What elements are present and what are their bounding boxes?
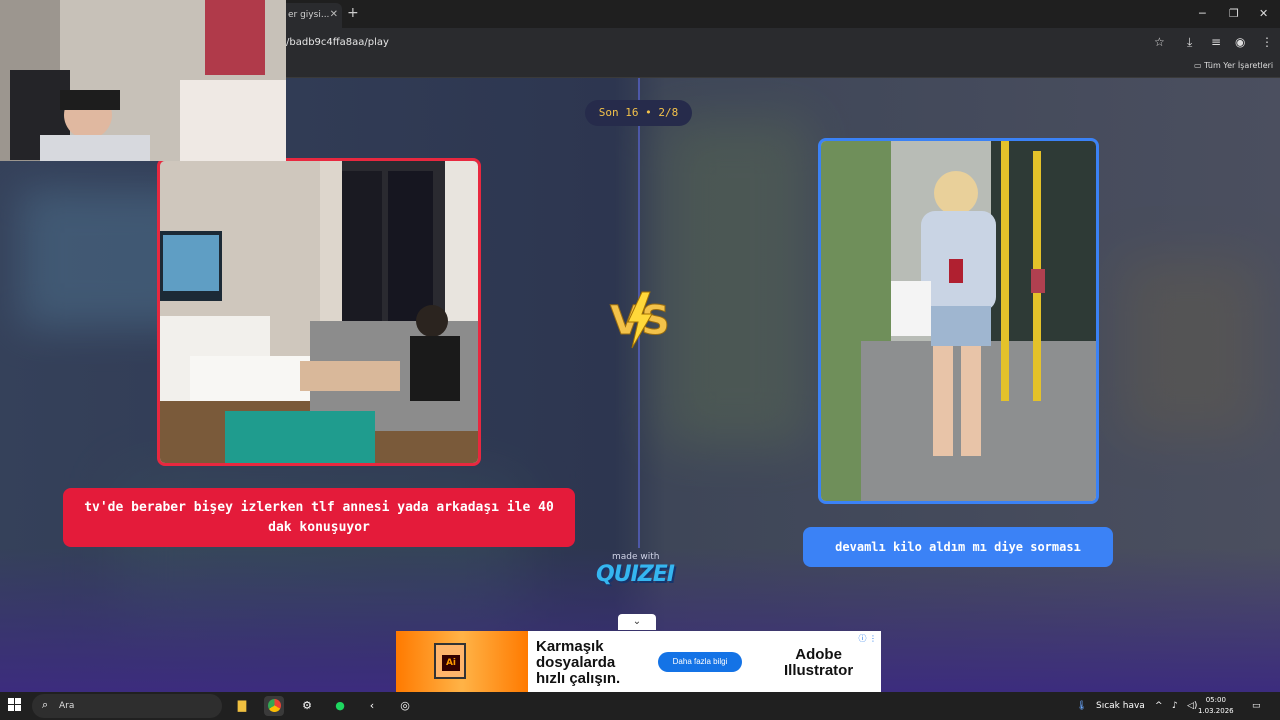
settings-icon[interactable]: ⚙ (297, 696, 317, 716)
illustrator-icon: Ai (434, 643, 466, 679)
ad-banner[interactable]: Ai Karmaşık dosyalarda hızlı çalışın. Da… (396, 631, 881, 692)
ad-artwork: Ai (396, 631, 528, 692)
ad-headline-line: dosyalarda (536, 654, 616, 671)
ad-headline: Karmaşık dosyalarda hızlı çalışın. (536, 639, 620, 687)
close-tab-icon[interactable]: ✕ (330, 9, 338, 20)
tab-title: er giysi... (288, 10, 330, 20)
street-photo (821, 141, 1096, 501)
round-counter: Son 16 • 2/8 (585, 100, 692, 126)
taskbar-search[interactable]: ⌕ Ara (32, 694, 222, 718)
app-icon[interactable]: ◎ (395, 696, 415, 716)
app-icon[interactable]: ‹ (362, 696, 382, 716)
learn-more-button[interactable]: Daha fazla bilgi (658, 652, 742, 672)
windows-start-icon[interactable] (8, 698, 22, 712)
weather-label[interactable]: Sıcak hava (1096, 701, 1145, 711)
ad-headline-line: Karmaşık (536, 638, 604, 655)
volume-icon[interactable]: ◁) (1187, 701, 1197, 711)
all-bookmarks-label: Tüm Yer İşaretleri (1204, 61, 1274, 70)
versus-icon: VS (610, 291, 670, 349)
illustrator-icon-label: Ai (442, 655, 460, 671)
search-placeholder: Ara (59, 701, 75, 711)
spotify-icon[interactable]: ● (330, 696, 350, 716)
star-icon[interactable]: ☆ (1154, 35, 1165, 49)
right-option-image[interactable] (818, 138, 1099, 504)
living-room-photo (160, 161, 478, 463)
download-icon[interactable]: ⤓ (1187, 35, 1192, 50)
restore-icon[interactable]: ❐ (1229, 7, 1239, 20)
menu-icon[interactable]: ⋮ (1261, 35, 1273, 49)
all-bookmarks-link[interactable]: ▭ Tüm Yer İşaretleri (1194, 61, 1273, 70)
background-blur (660, 118, 810, 448)
left-answer-button[interactable]: tv'de beraber bişey izlerken tlf annesi … (63, 488, 575, 547)
profile-icon[interactable]: ◉ (1235, 35, 1245, 49)
minimize-icon[interactable]: ─ (1199, 7, 1206, 20)
thermometer-icon: 🌡 (1076, 701, 1088, 711)
clock-date: 1.03.2026 (1198, 707, 1234, 715)
background-blur (1120, 258, 1260, 438)
ad-brand-line: Adobe (795, 646, 842, 663)
clock-time: 05:00 (1205, 696, 1226, 704)
folder-icon: ▭ (1194, 61, 1202, 70)
right-answer-button[interactable]: devamlı kilo aldım mı diye sorması (803, 527, 1113, 567)
ad-headline-line: hızlı çalışın. (536, 670, 621, 687)
file-explorer-icon[interactable]: ▇ (232, 696, 252, 716)
taskbar: ⌕ Ara ▇ ⚙ ● ‹ ◎ 🌡 Sıcak hava ^ ♪ ◁) 05:0… (0, 692, 1280, 720)
webcam-overlay (0, 0, 286, 161)
quiz-stage: Son 16 • 2/8 tv'de beraber bişey izlerke… (0, 78, 1280, 692)
left-option-image[interactable] (157, 158, 481, 466)
close-window-icon[interactable]: ✕ (1259, 7, 1268, 20)
search-icon: ⌕ (42, 698, 49, 711)
quizei-logo[interactable]: QUIZEI (596, 562, 675, 587)
taskbar-clock[interactable]: 05:00 1.03.2026 (1198, 695, 1234, 717)
webcam-feed (0, 0, 286, 161)
made-with-label: made with (612, 552, 660, 562)
media-icon[interactable]: ≡ (1211, 35, 1221, 49)
notification-icon[interactable]: ▭ (1252, 701, 1261, 711)
chevron-up-icon[interactable]: ^ (1155, 701, 1163, 711)
new-tab-icon[interactable]: + (347, 5, 359, 21)
ad-brand: Adobe Illustrator (784, 647, 853, 679)
browser-tab[interactable]: er giysi... ✕ (280, 3, 342, 28)
microphone-icon[interactable]: ♪ (1172, 701, 1178, 711)
chevron-down-icon[interactable]: ⌄ (618, 614, 656, 630)
ad-info-icon[interactable]: ⓘ ⋮ (858, 633, 877, 644)
url-text[interactable]: /badb9c4ffa8aa/play (286, 37, 389, 48)
chrome-icon[interactable] (264, 696, 284, 716)
ad-brand-line: Illustrator (784, 662, 854, 679)
